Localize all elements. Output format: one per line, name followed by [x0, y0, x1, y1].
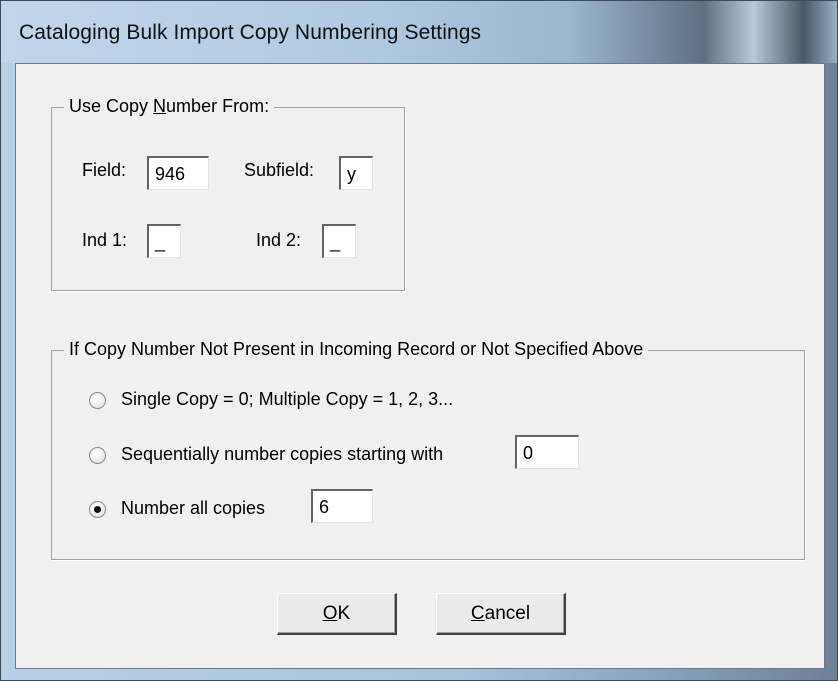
radio-selected-dot [94, 506, 101, 513]
dialog-body: Use Copy Number From: Field: 946 Subfiel… [15, 63, 825, 669]
ind2-label: Ind 2: [256, 230, 302, 250]
field-input[interactable]: 946 [147, 156, 209, 190]
fallback-numbering-group: If Copy Number Not Present in Incoming R… [51, 339, 805, 560]
copy-number-source-group: Use Copy Number From: Field: 946 Subfiel… [51, 96, 405, 291]
number-all-input[interactable]: 6 [311, 489, 373, 523]
ok-button[interactable]: OK [277, 593, 397, 635]
subfield-label: Subfield: [244, 160, 315, 180]
window-title: Cataloging Bulk Import Copy Numbering Se… [19, 21, 482, 44]
sequential-label[interactable]: Sequentially number copies starting with [121, 444, 443, 465]
copy-number-source-legend: Use Copy Number From: [64, 96, 275, 117]
sequential-radio[interactable] [89, 447, 106, 464]
field-label: Field: [82, 160, 127, 180]
fallback-numbering-legend: If Copy Number Not Present in Incoming R… [64, 339, 649, 360]
number-all-radio[interactable] [89, 501, 106, 518]
dialog-window: Cataloging Bulk Import Copy Numbering Se… [0, 0, 838, 681]
ind1-input[interactable]: _ [147, 224, 181, 258]
sequential-start-input[interactable]: 0 [515, 435, 579, 469]
subfield-input[interactable]: y [339, 156, 373, 190]
ind2-input[interactable]: _ [322, 224, 356, 258]
single-copy-label[interactable]: Single Copy = 0; Multiple Copy = 1, 2, 3… [121, 389, 453, 410]
ind1-label: Ind 1: [82, 230, 128, 250]
cancel-button[interactable]: Cancel [436, 593, 566, 635]
title-bar[interactable]: Cataloging Bulk Import Copy Numbering Se… [1, 1, 837, 63]
number-all-label[interactable]: Number all copies [121, 498, 265, 519]
single-copy-radio[interactable] [89, 392, 106, 409]
